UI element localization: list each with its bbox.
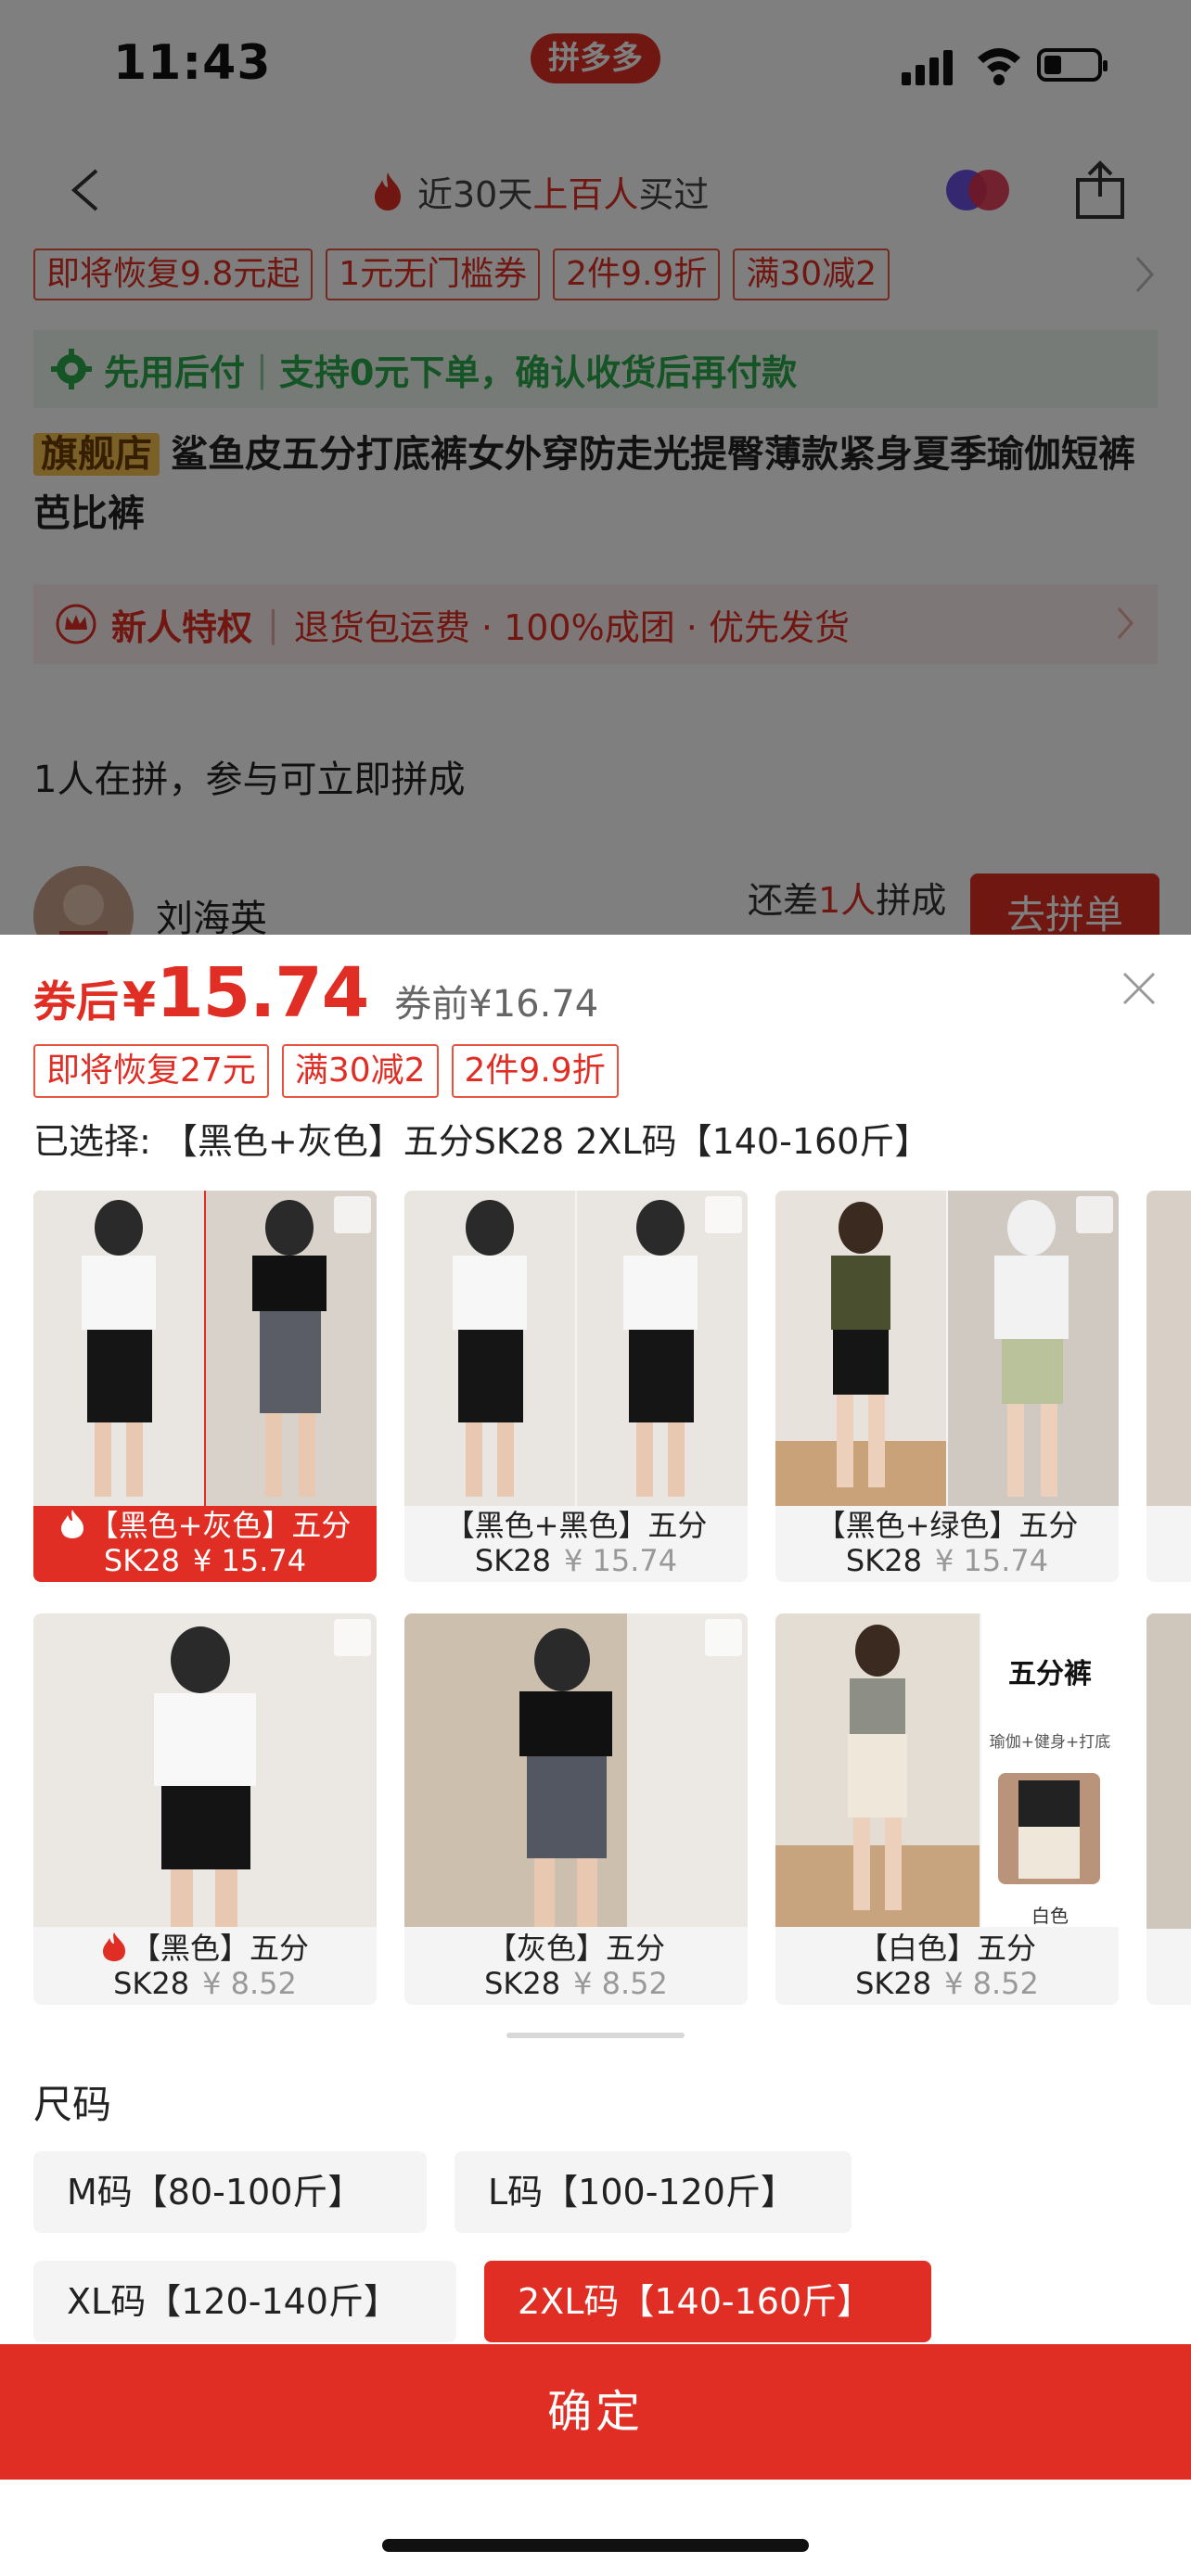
horizontal-scroll-indicator <box>506 2033 685 2038</box>
variant-code: SK28 <box>113 1966 190 2001</box>
variant-image <box>404 1191 748 1506</box>
variant-image-caption: 白色 <box>1031 1905 1069 1927</box>
variant-label: 【黑色+绿色】五分 SK28 ¥ 15.74 <box>775 1504 1119 1582</box>
variant-price: ¥ 15.74 <box>192 1543 307 1578</box>
variant-code: SK28 <box>855 1966 932 2001</box>
variant-image <box>775 1191 1119 1506</box>
size-option[interactable]: XL码【120-140斤】 <box>33 2261 456 2342</box>
size-option[interactable]: M码【80-100斤】 <box>33 2151 427 2233</box>
variant-code: SK28 <box>484 1966 561 2001</box>
price-currency: ¥ <box>122 973 157 1028</box>
price-before: 券前¥16.74 <box>394 983 599 1026</box>
fire-icon <box>60 1510 83 1538</box>
price-value: 15.74 <box>156 953 369 1033</box>
variant-code: SK28 <box>474 1543 551 1578</box>
fire-icon <box>102 1932 125 1961</box>
close-icon[interactable] <box>1119 968 1159 1009</box>
expand-icon[interactable] <box>705 1619 742 1656</box>
variant-price: ¥ 15.74 <box>934 1543 1049 1578</box>
variant-label: 【白色】五分 SK28 ¥ 8.52 <box>775 1927 1119 2005</box>
variant-image <box>33 1613 377 1927</box>
variant-label: 【黑色+灰色】五分 SK28 ¥ 15.74 <box>33 1504 377 1582</box>
sheet-coupon-tags: 即将恢复27元 满30减2 2件9.9折 <box>33 1044 619 1098</box>
variant-name: 【黑色+绿色】五分 <box>815 1508 1079 1543</box>
expand-icon[interactable] <box>334 1196 371 1233</box>
variant-label: 【灰色】五分 SK28 ¥ 8.52 <box>404 1927 748 2005</box>
variant-code: SK28 <box>103 1543 180 1578</box>
size-option[interactable]: L码【100-120斤】 <box>455 2151 852 2233</box>
sku-selector-sheet: 券后 ¥ 15.74 券前¥16.74 即将恢复27元 满30减2 2件9.9折… <box>0 935 1191 2576</box>
variant-card[interactable]: 五分裤 瑜伽+健身+打底 白色 【白色】五分 SK28 ¥ 8.52 <box>775 1613 1119 2005</box>
variant-card-partial[interactable] <box>1146 1613 1191 2005</box>
dim-overlay[interactable] <box>0 0 1191 937</box>
variant-card-partial[interactable] <box>1146 1191 1191 1582</box>
variant-image <box>1146 1613 1191 1929</box>
size-option-selected[interactable]: 2XL码【140-160斤】 <box>484 2261 931 2342</box>
coupon-tag[interactable]: 2件9.9折 <box>451 1044 619 1098</box>
coupon-tag[interactable]: 满30减2 <box>281 1044 439 1098</box>
variant-label: 【黑色+黑色】五分 SK28 ¥ 15.74 <box>404 1504 748 1582</box>
expand-icon[interactable] <box>334 1619 371 1656</box>
variant-name: 【黑色+灰色】五分 <box>88 1508 352 1543</box>
variant-name: 【白色】五分 <box>857 1931 1036 1966</box>
confirm-button[interactable]: 确定 <box>0 2344 1191 2480</box>
expand-icon[interactable] <box>1076 1619 1113 1656</box>
variant-card[interactable]: 【黑色+黑色】五分 SK28 ¥ 15.74 <box>404 1191 748 1582</box>
variant-name: 【黑色+黑色】五分 <box>444 1508 708 1543</box>
price-row: 券后 ¥ 15.74 券前¥16.74 <box>33 953 598 1033</box>
variant-name: 【黑色】五分 <box>130 1931 309 1966</box>
size-section-title: 尺码 <box>33 2082 112 2127</box>
variant-image-title: 五分裤 <box>1008 1658 1092 1690</box>
price-label: 券后 <box>33 976 119 1027</box>
variant-price: ¥ 15.74 <box>563 1543 678 1578</box>
variant-image <box>33 1191 377 1506</box>
variant-card[interactable]: 【黑色+灰色】五分 SK28 ¥ 15.74 <box>33 1191 377 1582</box>
variant-image: 五分裤 瑜伽+健身+打底 白色 <box>775 1613 1119 1927</box>
variant-name: 【灰色】五分 <box>486 1931 665 1966</box>
variant-price: ¥ 8.52 <box>202 1966 297 2001</box>
variant-card[interactable]: 【黑色+绿色】五分 SK28 ¥ 15.74 <box>775 1191 1119 1582</box>
variant-image <box>404 1613 748 1927</box>
expand-icon[interactable] <box>1076 1196 1113 1233</box>
selected-summary: 已选择: 【黑色+灰色】五分SK28 2XL码【140-160斤】 <box>33 1121 930 1162</box>
expand-icon[interactable] <box>705 1196 742 1233</box>
variant-price: ¥ 8.52 <box>944 1966 1039 2001</box>
variant-card[interactable]: 【黑色】五分 SK28 ¥ 8.52 <box>33 1613 377 2005</box>
variant-price: ¥ 8.52 <box>573 1966 668 2001</box>
variant-image-subtitle: 瑜伽+健身+打底 <box>989 1733 1111 1752</box>
variant-code: SK28 <box>845 1543 922 1578</box>
home-indicator <box>382 2539 809 2552</box>
variant-card[interactable]: 【灰色】五分 SK28 ¥ 8.52 <box>404 1613 748 2005</box>
coupon-tag[interactable]: 即将恢复27元 <box>33 1044 269 1098</box>
variant-label: 【黑色】五分 SK28 ¥ 8.52 <box>33 1927 377 2005</box>
variant-image <box>1146 1191 1191 1506</box>
